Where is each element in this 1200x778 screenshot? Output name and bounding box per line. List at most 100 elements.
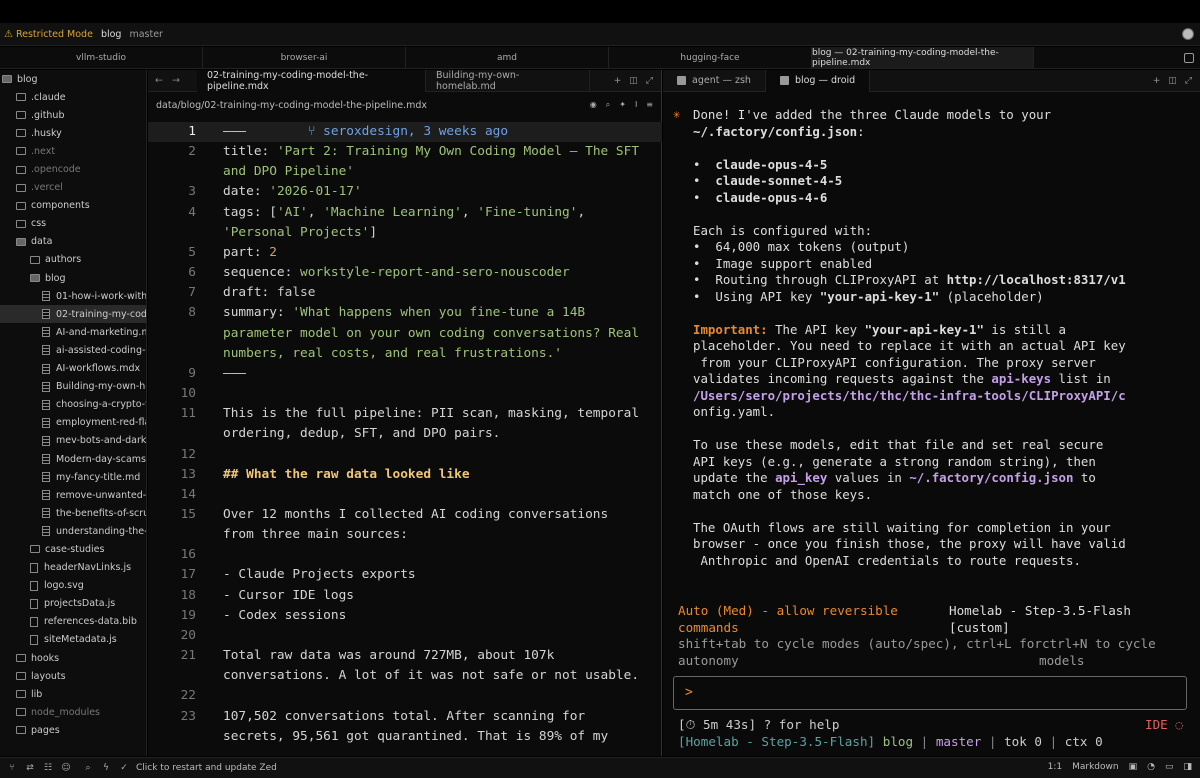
users-icon[interactable]: ☺ bbox=[60, 762, 72, 774]
tree-file[interactable]: mev-bots-and-dark- bbox=[0, 432, 146, 450]
terminal-tab[interactable]: agent — zsh bbox=[663, 69, 766, 92]
bell-icon[interactable]: ◔ bbox=[1147, 762, 1155, 772]
tree-folder[interactable]: blog bbox=[0, 269, 146, 287]
code-line[interactable]: 16 bbox=[148, 545, 662, 565]
restricted-mode-button[interactable]: ⚠ Restricted Mode bbox=[4, 29, 93, 40]
code-line[interactable]: parameter model on your own coding conve… bbox=[148, 324, 662, 344]
tree-folder[interactable]: hooks bbox=[0, 649, 146, 667]
new-tab-icon[interactable] bbox=[1184, 52, 1194, 63]
forward-arrow-icon[interactable]: → bbox=[172, 75, 180, 86]
code-line[interactable]: 7 draft: false bbox=[148, 283, 662, 303]
code-line[interactable]: secrets, 95,561 got quarantined. That is… bbox=[148, 727, 662, 747]
tree-folder[interactable]: .opencode bbox=[0, 160, 146, 178]
maximize-icon[interactable]: ⤢ bbox=[1185, 76, 1192, 86]
workspace-tab[interactable]: browser-ai bbox=[203, 47, 406, 68]
cursor-position[interactable]: 1:1 bbox=[1048, 762, 1062, 772]
agent-input[interactable]: > bbox=[673, 676, 1187, 710]
editor-tab[interactable]: Building-my-own-homelab.md bbox=[426, 69, 590, 92]
split-icon[interactable]: ◫ bbox=[1168, 76, 1177, 86]
git-branch-icon[interactable]: ⑂ bbox=[6, 762, 18, 774]
tree-file[interactable]: Modern-day-scams. bbox=[0, 450, 146, 468]
panel-icon[interactable]: ◨ bbox=[1183, 762, 1192, 772]
diff-icon[interactable]: ⇄ bbox=[24, 762, 36, 774]
code-line[interactable]: 19 - Codex sessions bbox=[148, 606, 662, 626]
code-line[interactable]: conversations. A lot of it was not safe … bbox=[148, 666, 662, 686]
code-line[interactable]: 17 - Claude Projects exports bbox=[148, 565, 662, 585]
tree-folder[interactable]: case-studies bbox=[0, 540, 146, 558]
tree-file[interactable]: AI-workflows.mdx bbox=[0, 360, 146, 378]
tree-file[interactable]: 02-training-my-codi bbox=[0, 305, 146, 324]
code-line[interactable]: 11 This is the full pipeline: PII scan, m… bbox=[148, 404, 662, 424]
code-line[interactable]: from three main sources: bbox=[148, 525, 662, 545]
code-line[interactable]: 3 date: '2026-01-17' bbox=[148, 182, 662, 202]
workspace-tab[interactable]: amd bbox=[406, 47, 609, 68]
code-line[interactable]: ordering, dedup, SFT, and DPO pairs. bbox=[148, 424, 662, 444]
code-line[interactable]: 1 ——— ⑂ seroxdesign, 3 weeks ago bbox=[148, 122, 662, 143]
code-line[interactable]: 12 bbox=[148, 445, 662, 465]
tree-file[interactable]: ai-assisted-coding-e bbox=[0, 341, 146, 359]
tree-folder[interactable]: .husky bbox=[0, 124, 146, 142]
breadcrumb-path[interactable]: data/blog/02-training-my-coding-model-th… bbox=[156, 100, 427, 111]
code-line[interactable]: 23 107,502 conversations total. After sca… bbox=[148, 707, 662, 727]
tree-file[interactable]: choosing-a-crypto-w bbox=[0, 396, 146, 414]
terminal-icon[interactable]: ▣ bbox=[1129, 762, 1138, 772]
search-icon[interactable]: ⌕ bbox=[82, 762, 94, 774]
tree-folder[interactable]: pages bbox=[0, 721, 146, 739]
code-line[interactable]: 18 - Cursor IDE logs bbox=[148, 586, 662, 606]
tree-file[interactable]: AI-and-marketing.m bbox=[0, 323, 146, 341]
terminal-output[interactable]: ✳ Done! I've added the three Claude mode… bbox=[663, 92, 1200, 756]
update-message[interactable]: Click to restart and update Zed bbox=[136, 763, 277, 773]
maximize-icon[interactable]: ⤢ bbox=[646, 76, 653, 86]
code-line[interactable]: 10 bbox=[148, 384, 662, 404]
add-icon[interactable]: + bbox=[614, 76, 622, 86]
tree-folder[interactable]: .vercel bbox=[0, 179, 146, 197]
code-line[interactable]: 5 part: 2 bbox=[148, 243, 662, 263]
code-line[interactable]: 9 ——— bbox=[148, 364, 662, 384]
code-line[interactable]: 2 title: 'Part 2: Training My Own Coding … bbox=[148, 142, 662, 162]
lightning-icon[interactable]: ϟ bbox=[100, 762, 112, 774]
git-blame[interactable]: ⑂ seroxdesign, 3 weeks ago bbox=[308, 124, 508, 139]
split-icon[interactable]: ◫ bbox=[629, 76, 638, 86]
code-line[interactable]: 22 bbox=[148, 686, 662, 706]
sparkle-icon[interactable]: ✦ bbox=[619, 100, 626, 110]
code-line[interactable]: 13 ## What the raw data looked like bbox=[148, 465, 662, 485]
branch-name[interactable]: master bbox=[129, 29, 163, 40]
tree-folder[interactable]: blog bbox=[0, 70, 146, 88]
tree-file[interactable]: references-data.bib bbox=[0, 613, 146, 631]
tree-file[interactable]: 01-how-i-work-with bbox=[0, 287, 146, 305]
check-icon[interactable]: ✓ bbox=[118, 762, 130, 774]
tree-file[interactable]: employment-red-fla bbox=[0, 414, 146, 432]
tree-folder[interactable]: .claude bbox=[0, 88, 146, 106]
tree-file[interactable]: my-fancy-title.md bbox=[0, 468, 146, 486]
code-line[interactable]: 15 Over 12 months I collected AI coding c… bbox=[148, 505, 662, 525]
tree-file[interactable]: remove-unwanted-c bbox=[0, 486, 146, 504]
tree-folder[interactable]: layouts bbox=[0, 667, 146, 685]
workspace-tab[interactable]: vllm-studio bbox=[0, 47, 203, 68]
workspace-tab-active[interactable]: blog — 02-training-my-coding-model-the-p… bbox=[812, 47, 1034, 68]
code-line[interactable]: 21 Total raw data was around 727MB, about… bbox=[148, 646, 662, 666]
search-icon[interactable]: ⌕ bbox=[606, 100, 610, 110]
tree-folder[interactable]: components bbox=[0, 197, 146, 215]
cursor-icon[interactable]: I bbox=[635, 100, 637, 110]
project-name[interactable]: blog bbox=[101, 29, 122, 40]
tree-folder[interactable]: node_modules bbox=[0, 703, 146, 721]
tree-folder[interactable]: css bbox=[0, 215, 146, 233]
settings-icon[interactable]: ≡ bbox=[646, 100, 653, 110]
tree-file[interactable]: the-benefits-of-scru bbox=[0, 504, 146, 522]
tree-folder[interactable]: .github bbox=[0, 106, 146, 124]
tree-file[interactable]: headerNavLinks.js bbox=[0, 559, 146, 577]
add-icon[interactable]: + bbox=[1153, 76, 1161, 86]
code-line[interactable]: 6 sequence: workstyle-report-and-sero-nou… bbox=[148, 263, 662, 283]
back-arrow-icon[interactable]: ← bbox=[155, 75, 163, 86]
code-line[interactable]: 14 bbox=[148, 485, 662, 505]
workspace-tab[interactable]: hugging-face bbox=[609, 47, 812, 68]
tree-folder[interactable]: authors bbox=[0, 251, 146, 269]
tree-file[interactable]: Building-my-own-ho bbox=[0, 378, 146, 396]
code-line[interactable]: 20 bbox=[148, 626, 662, 646]
code-line[interactable]: 4 tags: ['AI', 'Machine Learning', 'Fine-… bbox=[148, 203, 662, 223]
tree-folder[interactable]: .next bbox=[0, 142, 146, 160]
code-line[interactable]: and DPO Pipeline' bbox=[148, 162, 662, 182]
tree-icon[interactable]: ☷ bbox=[42, 762, 54, 774]
tree-folder[interactable]: data bbox=[0, 233, 146, 251]
code-line[interactable]: 'Personal Projects'] bbox=[148, 223, 662, 243]
